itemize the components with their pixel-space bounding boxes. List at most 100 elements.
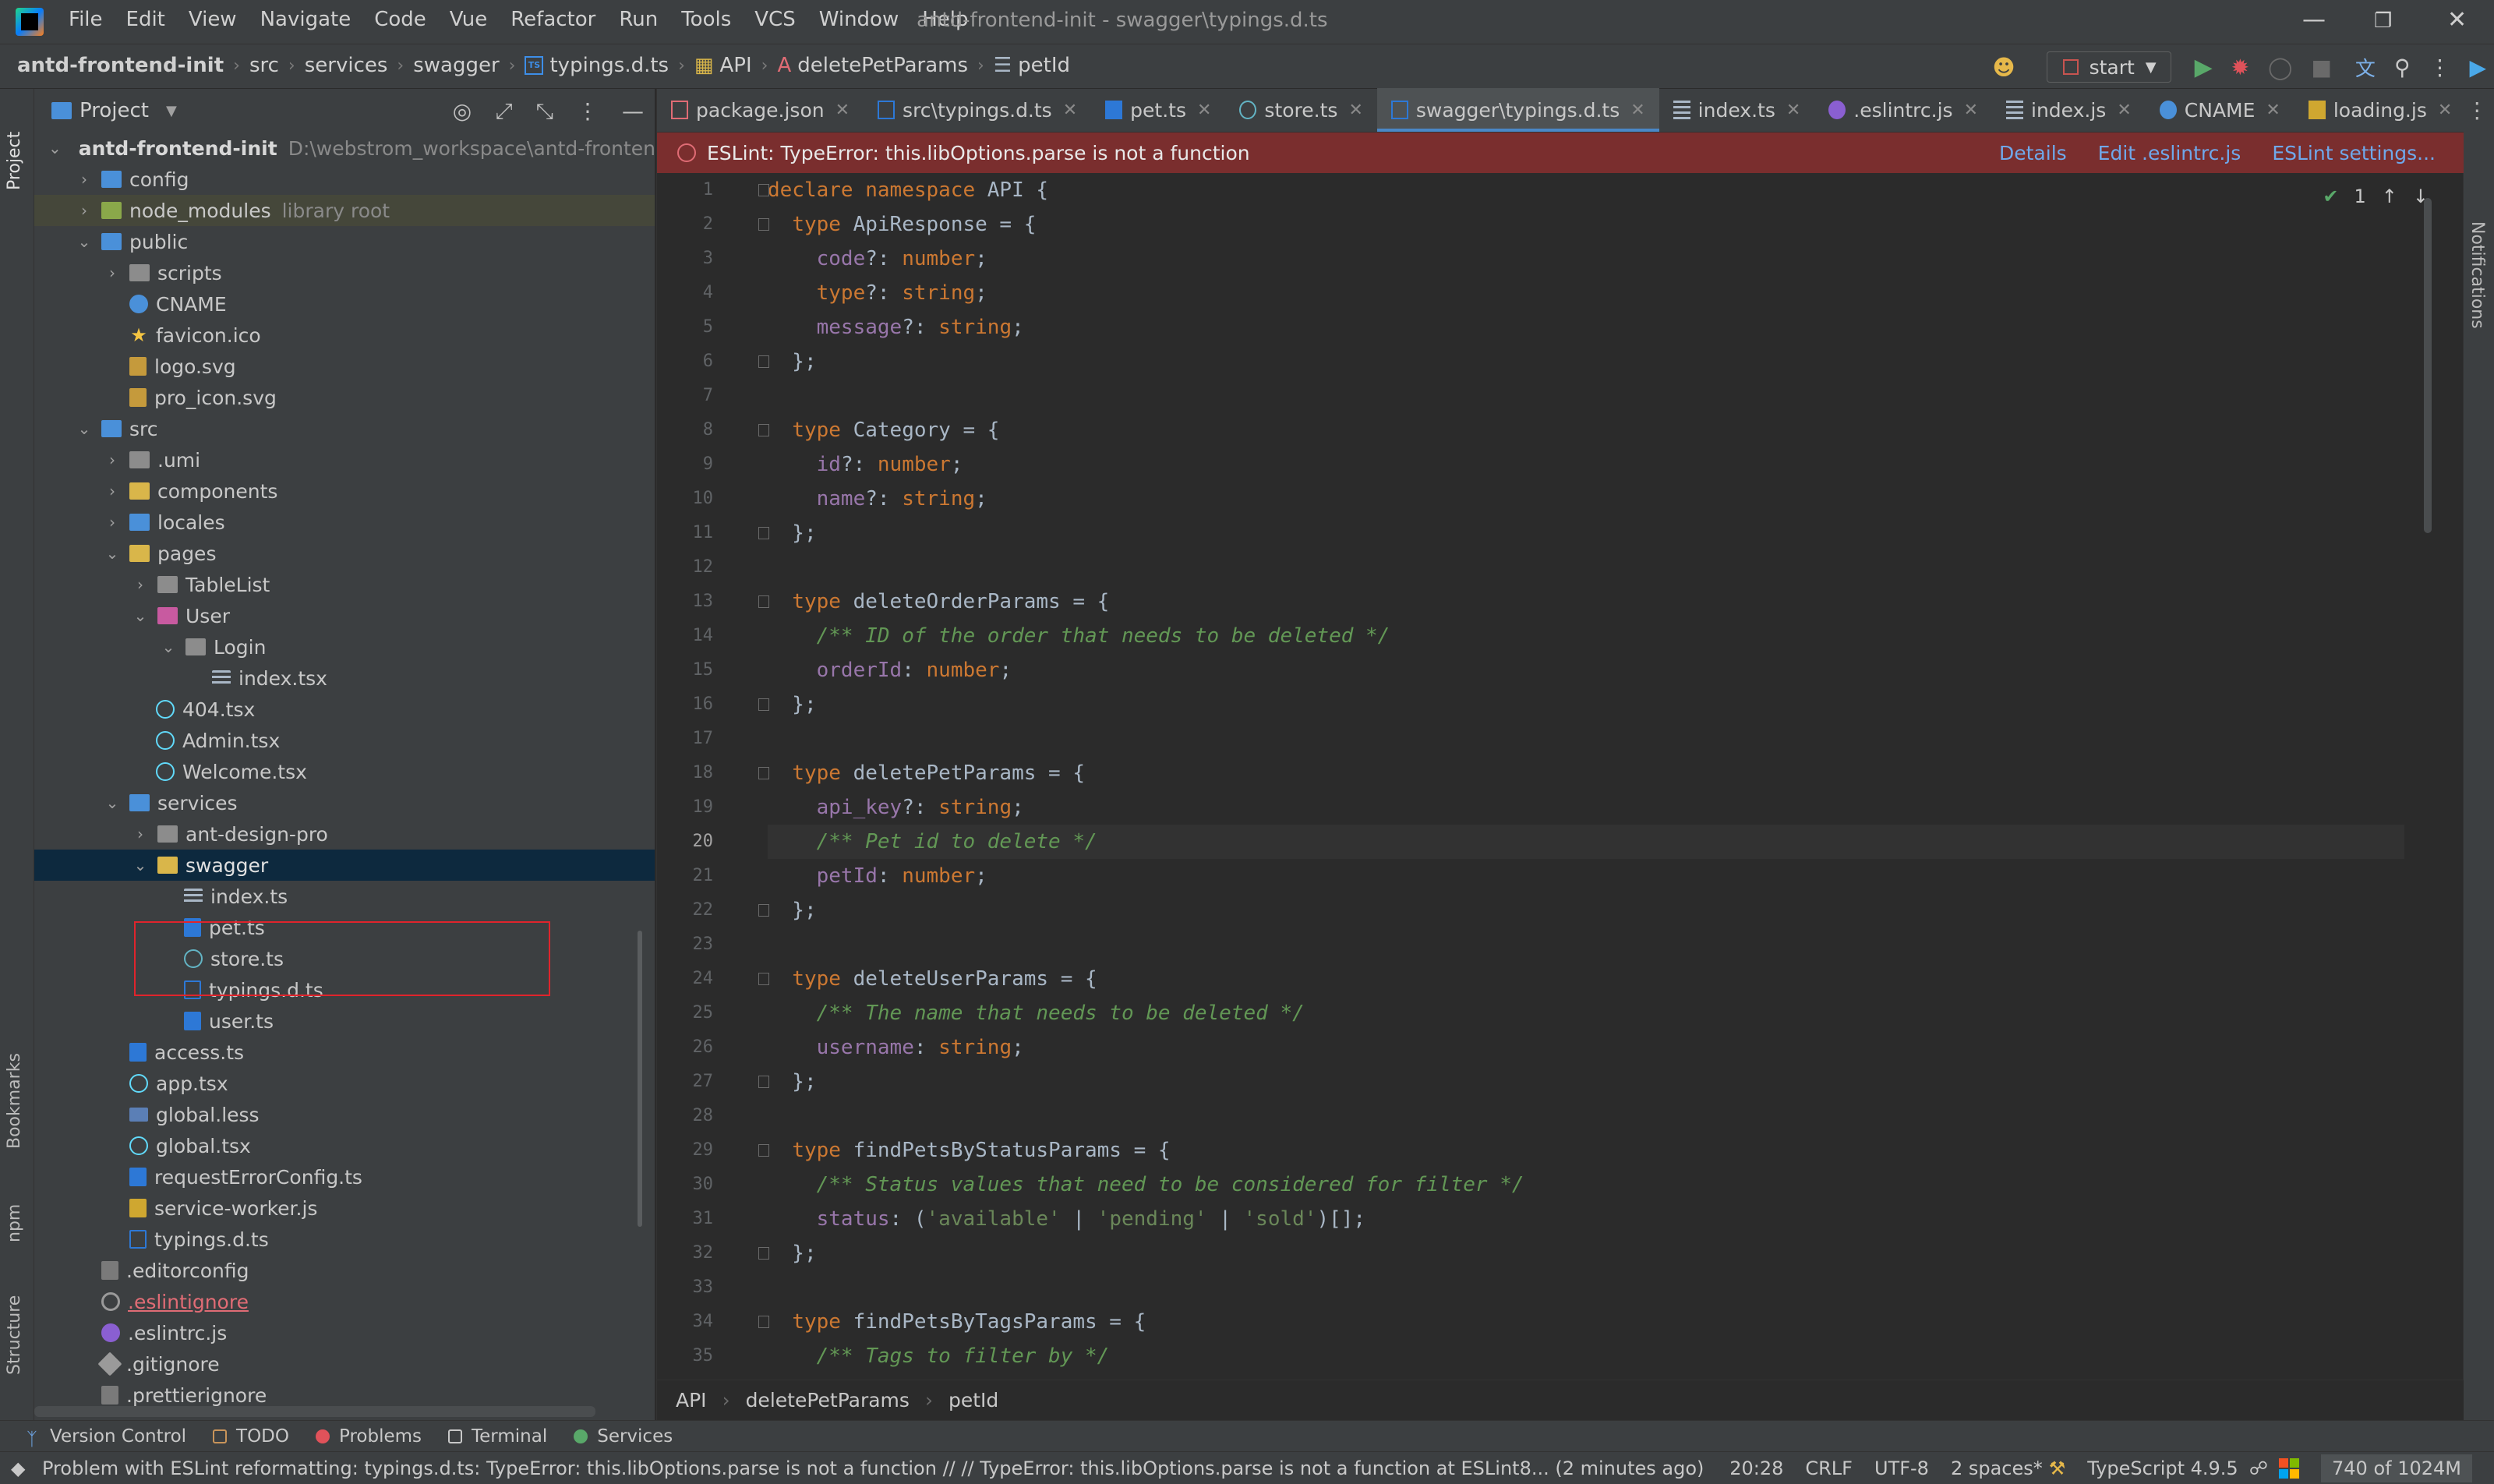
caret-position[interactable]: 20:28 [1729, 1458, 1783, 1479]
close-tab-icon[interactable]: ✕ [2266, 101, 2280, 120]
fold-marker-icon[interactable] [758, 527, 769, 539]
tree-item-locales[interactable]: › locales [34, 507, 655, 538]
menu-edit[interactable]: Edit [126, 8, 165, 31]
code-line[interactable]: status: ('available' | 'pending' | 'sold… [768, 1202, 2404, 1236]
details-link[interactable]: Details [1999, 142, 2067, 164]
chevron-right-icon[interactable]: › [104, 482, 120, 500]
tab-package-json[interactable]: package.json ✕ [657, 88, 864, 132]
tree-item-public[interactable]: ⌄ public [34, 226, 655, 257]
tree-item-login[interactable]: ⌄ Login [34, 631, 655, 662]
fold-marker-icon[interactable] [758, 904, 769, 917]
memory-indicator[interactable]: 740 of 1024M [2321, 1454, 2472, 1482]
chevron-down-icon[interactable]: ⌄ [104, 793, 120, 812]
menu-run[interactable]: Run [619, 8, 658, 31]
menu-vcs[interactable]: VCS [754, 8, 795, 31]
code-line[interactable]: }; [758, 893, 2404, 928]
tree-item-tablelist[interactable]: › TableList [34, 569, 655, 600]
breadcrumb-src[interactable]: src [249, 54, 279, 77]
close-tab-icon[interactable]: ✕ [835, 101, 850, 120]
code-line[interactable]: /** The name that needs to be deleted */ [768, 996, 2404, 1030]
tree-item-pro-icon-svg[interactable]: pro_icon.svg [34, 382, 655, 413]
status-message[interactable]: Problem with ESLint reformatting: typing… [42, 1458, 1704, 1479]
restore-icon[interactable]: ❐ [2374, 9, 2392, 33]
tree-item-node-modules[interactable]: › node_modules library root [34, 195, 655, 226]
tree-item-global-less[interactable]: global.less [34, 1099, 655, 1130]
chevron-right-icon[interactable]: › [76, 201, 92, 220]
tree-item-scripts[interactable]: › scripts [34, 257, 655, 288]
close-tab-icon[interactable]: ✕ [1630, 101, 1644, 120]
tree-item-eslintrc[interactable]: .eslintrc.js [34, 1317, 655, 1348]
tree-item-src[interactable]: ⌄ src [34, 413, 655, 444]
notifications-tool-tab[interactable]: Notifications [2468, 221, 2487, 329]
code-line[interactable]: }; [758, 1065, 2404, 1099]
code-line[interactable]: id?: number; [768, 447, 2404, 482]
breadcrumb-file[interactable]: typings.d.ts [549, 54, 669, 77]
tab-cname[interactable]: CNAME ✕ [2146, 88, 2294, 132]
services-tool[interactable]: Services [574, 1426, 673, 1447]
tree-item-user[interactable]: ⌄ User [34, 600, 655, 631]
code-line[interactable] [768, 379, 2404, 413]
code-line[interactable]: type findPetsByStatusParams = { [758, 1133, 2404, 1168]
code-line[interactable]: }; [758, 344, 2404, 379]
more-options-icon[interactable]: ⋮ [2429, 55, 2450, 80]
tree-item-swagger[interactable]: ⌄ swagger [34, 850, 655, 881]
npm-tool-tab[interactable]: npm [5, 1204, 24, 1242]
structure-tool-tab[interactable]: Structure [5, 1295, 24, 1375]
user-icon[interactable]: ☻ [1992, 55, 2015, 80]
terminal-tool[interactable]: Terminal [448, 1426, 547, 1447]
tree-item-config[interactable]: › config [34, 164, 655, 195]
code-line[interactable] [768, 928, 2404, 962]
code-line[interactable]: api_key?: string; [768, 790, 2404, 825]
chevron-right-icon[interactable]: › [104, 263, 120, 282]
chevron-right-icon[interactable]: › [104, 450, 120, 469]
fold-marker-icon[interactable] [758, 355, 769, 368]
chevron-down-icon[interactable]: ⌄ [76, 419, 92, 438]
project-tool-tab[interactable]: Project [5, 132, 24, 190]
tree-item-cname[interactable]: CNAME [34, 288, 655, 320]
tree-item-global-tsx[interactable]: global.tsx [34, 1130, 655, 1161]
version-control-tool[interactable]: ᛉ Version Control [26, 1426, 186, 1450]
fold-marker-icon[interactable] [758, 218, 769, 231]
fold-marker-icon[interactable] [758, 595, 769, 608]
editor-vertical-scrollbar[interactable] [2424, 198, 2432, 533]
chevron-down-icon[interactable]: ⌄ [76, 232, 92, 251]
problems-tool[interactable]: Problems [316, 1426, 422, 1447]
file-encoding[interactable]: UTF-8 [1874, 1458, 1929, 1479]
tab-eslintrc[interactable]: .eslintrc.js ✕ [1814, 88, 1992, 132]
fold-marker-icon[interactable] [758, 1247, 769, 1260]
menu-vue[interactable]: Vue [450, 8, 488, 31]
collapse-all-icon[interactable]: ⤡ [536, 98, 553, 125]
fold-marker-icon[interactable] [758, 1076, 769, 1088]
coverage-icon[interactable]: ◯ [2268, 55, 2292, 80]
code-line[interactable]: code?: number; [768, 242, 2404, 276]
chevron-down-icon[interactable]: ⌄ [132, 856, 148, 874]
code-line[interactable]: }; [758, 687, 2404, 722]
run-configuration-select[interactable]: start ▼ [2046, 51, 2171, 83]
menu-navigate[interactable]: Navigate [260, 8, 351, 31]
breadcrumb-project[interactable]: antd-frontend-init [17, 54, 224, 77]
stop-icon[interactable]: ■ [2311, 55, 2331, 80]
code-line[interactable]: type ApiResponse = { [758, 207, 2404, 242]
search-icon[interactable]: ⚲ [2394, 55, 2411, 80]
editor-breadcrumb-type[interactable]: deletePetParams [746, 1389, 910, 1412]
fold-marker-icon[interactable] [758, 973, 769, 985]
tree-item-services[interactable]: ⌄ services [34, 787, 655, 818]
code-line[interactable]: type deleteOrderParams = { [758, 585, 2404, 619]
lock-icon[interactable]: ☍ [2249, 1458, 2268, 1479]
code-line[interactable]: declare namespace API { [758, 173, 2404, 207]
menu-view[interactable]: View [189, 8, 237, 31]
tree-item-admin[interactable]: Admin.tsx [34, 725, 655, 756]
code-line[interactable] [768, 722, 2404, 756]
editor-breadcrumb-api[interactable]: API [676, 1389, 707, 1412]
wrench-icon[interactable]: ⚒ [2049, 1458, 2066, 1479]
breadcrumb-field[interactable]: petId [1018, 54, 1070, 77]
select-opened-file-icon[interactable]: ◎ [453, 98, 472, 125]
tab-store-ts[interactable]: store.ts ✕ [1225, 88, 1376, 132]
minimize-icon[interactable]: — [2302, 6, 2326, 34]
run-icon[interactable]: ▶ [2195, 54, 2213, 81]
menu-window[interactable]: Window [819, 8, 899, 31]
breadcrumb-api[interactable]: API [720, 54, 752, 77]
status-indicator-icon[interactable]: ◆ [11, 1458, 25, 1479]
project-vertical-scrollbar[interactable] [638, 931, 642, 1227]
more-tabs-icon[interactable]: ⋮ [2466, 97, 2488, 123]
